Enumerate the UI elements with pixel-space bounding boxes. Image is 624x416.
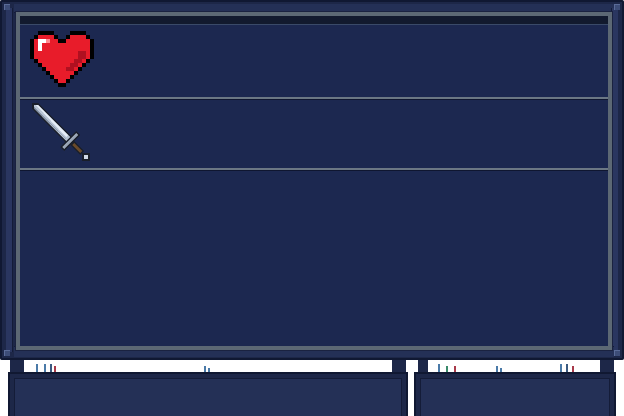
heart-icon (30, 31, 94, 87)
sword-icon (32, 103, 90, 161)
bolt-icon (4, 4, 10, 10)
panel-header-shadow (20, 16, 608, 24)
main-panel-frame (0, 0, 624, 360)
bottom-slot-left[interactable] (8, 372, 408, 416)
slot-inner-panel (14, 378, 402, 416)
frame-left-rail (6, 8, 13, 352)
bolt-icon (614, 4, 620, 10)
bottom-slot-right[interactable] (414, 372, 616, 416)
slot-inner-panel (420, 378, 610, 416)
game-ui-stage (0, 0, 624, 416)
stat-panel (15, 11, 613, 351)
frame-right-rail (611, 8, 618, 352)
stat-row-attack[interactable] (20, 99, 608, 168)
stat-row-health[interactable] (20, 25, 608, 97)
bolt-icon (4, 350, 10, 356)
bolt-icon (614, 350, 620, 356)
stat-row-empty (20, 170, 608, 346)
